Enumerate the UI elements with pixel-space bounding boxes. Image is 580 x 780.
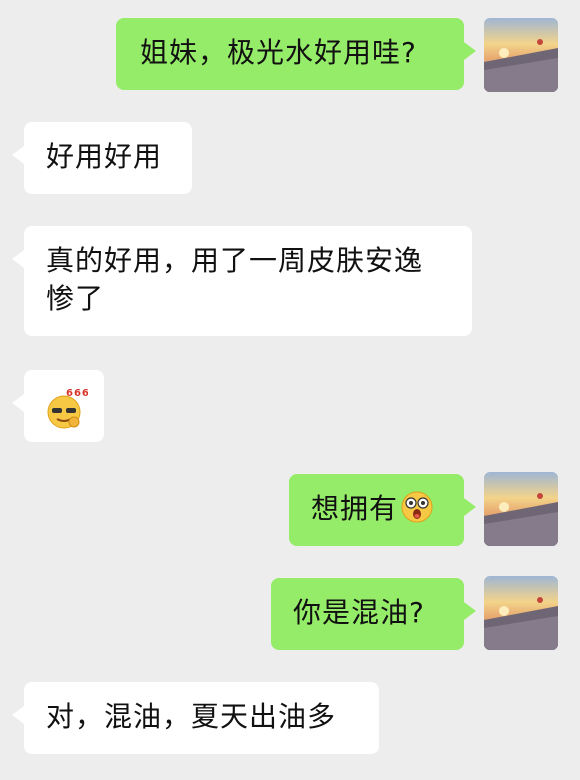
message-text: 想拥有 bbox=[311, 492, 399, 525]
avatar[interactable] bbox=[484, 576, 558, 650]
message-bubble-incoming[interactable]: 好用好用 bbox=[12, 122, 192, 194]
message-text: 你是混油? bbox=[293, 596, 425, 629]
message-text: 姐妹，极光水好用哇? bbox=[140, 36, 417, 69]
message-bubble-outgoing[interactable]: 姐妹，极光水好用哇? bbox=[116, 18, 476, 90]
message-bubble-incoming[interactable]: 666 bbox=[12, 370, 104, 442]
message-bubble-incoming[interactable]: 真的好用，用了一周皮肤安逸 惨了 bbox=[12, 226, 472, 336]
avatar[interactable] bbox=[484, 472, 558, 546]
message-text: 好用好用 bbox=[46, 140, 163, 173]
chat-window[interactable]: 姐妹，极光水好用哇? 好用好用 真的好用，用了一周皮肤安逸 惨了 666 想拥有… bbox=[0, 0, 580, 780]
message-bubble-outgoing[interactable]: 你是混油? bbox=[271, 578, 476, 650]
666-badge: 666 bbox=[66, 388, 88, 399]
wow-face-emoji-icon bbox=[401, 491, 433, 523]
avatar[interactable] bbox=[484, 18, 558, 92]
message-text: 对，混油，夏天出油多 bbox=[46, 700, 337, 733]
message-bubble-outgoing[interactable]: 想拥有 bbox=[289, 474, 476, 546]
message-text-line: 真的好用，用了一周皮肤安逸 bbox=[46, 244, 424, 277]
666-sunglasses-emoji-icon: 666 bbox=[47, 388, 88, 429]
message-bubble-incoming[interactable]: 对，混油，夏天出油多 bbox=[12, 682, 379, 754]
message-text-line: 惨了 bbox=[46, 282, 105, 315]
